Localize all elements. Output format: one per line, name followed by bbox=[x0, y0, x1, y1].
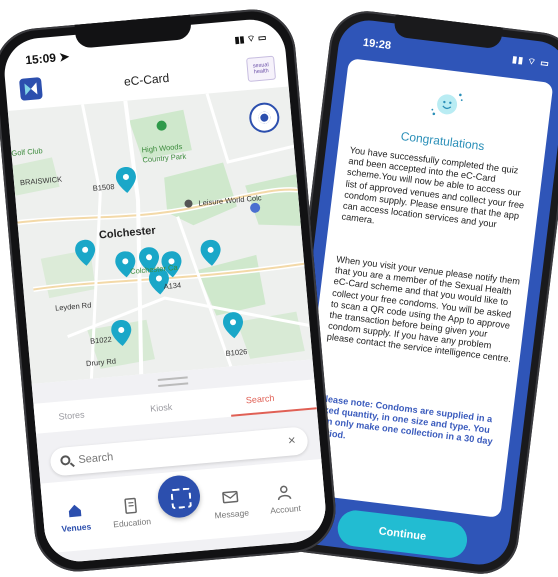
partner-logo: sexual health bbox=[246, 55, 277, 82]
nav-venues[interactable]: Venues bbox=[46, 500, 104, 535]
venue-tabs: Stores Kiosk Search bbox=[33, 379, 317, 434]
user-icon bbox=[277, 485, 292, 501]
venue-sheet: Stores Kiosk Search × Venues bbox=[31, 359, 329, 565]
mail-icon bbox=[222, 490, 239, 504]
promo-stage: 19:28 ▮▮ ⌔ ▭ Congratulations You have su… bbox=[0, 0, 558, 577]
map-screen: 15:09 ➤ ▮▮ ⌔ ▭ eC-Card sexual health Gol… bbox=[1, 16, 329, 565]
map-label-b1022: B1022 bbox=[89, 334, 113, 346]
supply-note: Please note: Condoms are supplied in a f… bbox=[314, 393, 494, 447]
scan-qr-button[interactable] bbox=[156, 473, 202, 520]
venue-map[interactable]: Golf Club BRAISWICK High Woods Country P… bbox=[7, 86, 313, 384]
congratulations-card: Congratulations You have successfully co… bbox=[295, 58, 554, 518]
tab-stores[interactable]: Stores bbox=[58, 410, 85, 422]
map-label-b1026: B1026 bbox=[225, 347, 248, 358]
nav-education[interactable]: Education bbox=[102, 495, 160, 530]
nav-message[interactable]: Message bbox=[202, 487, 260, 522]
map-label-a134: A134 bbox=[163, 280, 182, 292]
nav-account[interactable]: Account bbox=[255, 482, 313, 517]
smiley-icon bbox=[431, 93, 463, 116]
active-tab-indicator bbox=[231, 407, 317, 417]
map-phone: 15:09 ➤ ▮▮ ⌔ ▭ eC-Card sexual health Gol… bbox=[0, 5, 340, 576]
acceptance-message: You have successfully completed the quiz… bbox=[341, 144, 525, 230]
status-time: 15:09 ➤ bbox=[24, 49, 70, 68]
status-time: 19:28 bbox=[362, 36, 392, 53]
nav-label-account: Account bbox=[269, 503, 302, 516]
status-icons: ▮▮ ⌔ ▭ bbox=[234, 32, 267, 45]
tab-kiosk[interactable]: Kiosk bbox=[150, 402, 173, 414]
nav-label-message: Message bbox=[214, 507, 250, 521]
nav-label-venues: Venues bbox=[61, 521, 92, 534]
status-icons: ▮▮ ⌔ ▭ bbox=[511, 54, 551, 69]
search-input[interactable] bbox=[77, 435, 249, 471]
venue-instructions: When you visit your venue please notify … bbox=[326, 254, 521, 365]
map-label-b1508: B1508 bbox=[92, 182, 115, 193]
nav-label-education: Education bbox=[112, 516, 152, 530]
search-icon bbox=[60, 454, 71, 466]
tab-search[interactable]: Search bbox=[245, 393, 274, 405]
book-icon bbox=[124, 497, 137, 514]
home-icon bbox=[68, 504, 82, 518]
clear-search-icon[interactable]: × bbox=[287, 432, 296, 448]
drag-handle[interactable] bbox=[157, 376, 189, 387]
